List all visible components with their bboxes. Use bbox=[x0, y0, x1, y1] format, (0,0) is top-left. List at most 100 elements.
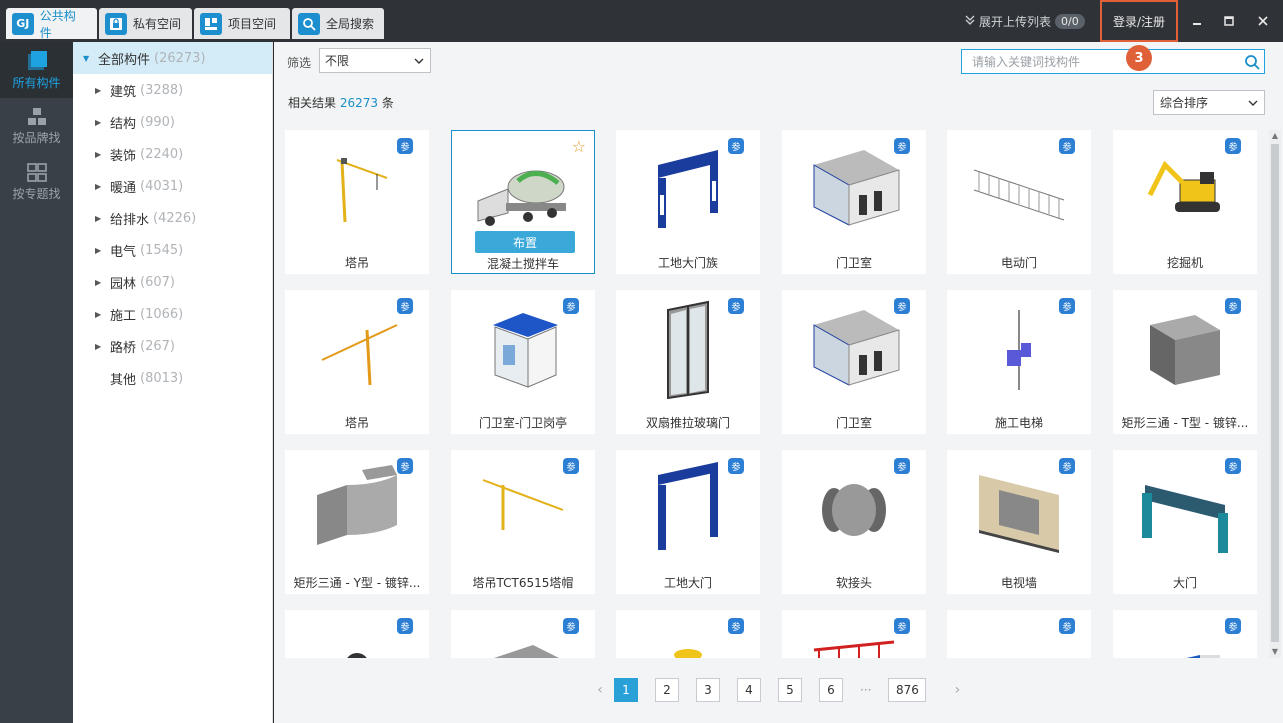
maximize-button[interactable] bbox=[1218, 10, 1240, 32]
tree-item-category[interactable]: ▶ 给排水 (4226) bbox=[73, 202, 272, 234]
rail-by-brand[interactable]: 按品牌找 bbox=[0, 98, 73, 154]
result-count-text: 相关结果 26273 条 bbox=[288, 96, 394, 110]
tab-global-search[interactable]: 全局搜索 bbox=[292, 8, 384, 39]
tab-private-space[interactable]: 私有空间 bbox=[99, 8, 192, 39]
component-card[interactable]: ☆ 布置混凝土搅拌车 bbox=[451, 130, 595, 274]
upload-toggle-label: 展开上传列表 bbox=[979, 15, 1052, 29]
component-card[interactable]: 参 bbox=[782, 610, 926, 658]
main-panel: 筛选 不限 相关结果 26273 条 综合排序 参塔吊☆布置混凝土搅拌车参工地大… bbox=[274, 42, 1283, 723]
param-badge-icon: 参 bbox=[728, 618, 744, 634]
component-card[interactable]: 参 bbox=[616, 610, 760, 658]
tree-item-all[interactable]: ▼ 全部构件 (26273) bbox=[73, 42, 272, 74]
search-box bbox=[961, 49, 1265, 74]
page-ellipsis: ··· bbox=[860, 683, 872, 697]
param-badge-icon: 参 bbox=[397, 618, 413, 634]
close-button[interactable] bbox=[1252, 10, 1274, 32]
scroll-up-arrow-icon[interactable]: ▲ bbox=[1269, 130, 1281, 142]
tree-item-category[interactable]: ▶ 施工 (1066) bbox=[73, 298, 272, 330]
component-card[interactable]: 参工地大门族 bbox=[616, 130, 760, 274]
param-badge-icon: 参 bbox=[563, 458, 579, 474]
tree-item-category[interactable]: ▶ 园林 (607) bbox=[73, 266, 272, 298]
search-icon[interactable] bbox=[1240, 54, 1264, 70]
expand-upload-list-button[interactable]: 展开上传列表 0/0 bbox=[964, 13, 1085, 30]
caret-down-icon: ▼ bbox=[83, 53, 90, 63]
component-grid: 参塔吊 ☆ 布置 混凝土搅拌车参工地大门族参门卫室参电动门参挖掘机参塔吊参门卫室-门卫… bbox=[285, 130, 1263, 658]
page-button[interactable]: 6 bbox=[819, 678, 843, 702]
tree-item-category[interactable]: ▶ 电气 (1545) bbox=[73, 234, 272, 266]
page-button[interactable]: 3 bbox=[696, 678, 720, 702]
rail-label: 所有构件 bbox=[12, 75, 61, 90]
component-name: 塔吊 bbox=[344, 256, 369, 270]
component-card[interactable]: 参门卫室 bbox=[782, 290, 926, 434]
search-input[interactable] bbox=[962, 50, 1240, 73]
star-icon[interactable]: ☆ bbox=[572, 137, 586, 156]
login-register-button[interactable]: 登录/注册 bbox=[1100, 0, 1178, 42]
tree-item-category[interactable]: ▶ 建筑 (3288) bbox=[73, 74, 272, 106]
tree-item-category[interactable]: ▶ 路桥 (267) bbox=[73, 330, 272, 362]
component-card[interactable]: 参挖掘机 bbox=[1113, 130, 1257, 274]
param-badge-icon: 参 bbox=[1059, 298, 1075, 314]
component-card[interactable]: 参门卫室-门卫岗亭 bbox=[451, 290, 595, 434]
caret-right-icon: ▶ bbox=[95, 85, 102, 95]
component-card[interactable]: 参电视墙 bbox=[947, 450, 1091, 594]
page-button[interactable]: 1 bbox=[614, 678, 638, 702]
minimize-button[interactable] bbox=[1186, 10, 1208, 32]
page-button[interactable]: 4 bbox=[737, 678, 761, 702]
component-card[interactable]: 参电动门 bbox=[947, 130, 1091, 274]
component-card[interactable]: 参塔吊TCT6515塔帽 bbox=[451, 450, 595, 594]
page-button[interactable]: 5 bbox=[778, 678, 802, 702]
param-badge-icon: 参 bbox=[728, 458, 744, 474]
param-badge-icon: 参 bbox=[1225, 138, 1241, 154]
grid-scrollbar[interactable]: ▲ ▼ bbox=[1269, 130, 1281, 658]
tree-item-category[interactable]: ▶ 装饰 (2240) bbox=[73, 138, 272, 170]
tree-item-category[interactable]: ▶ 暖通 (4031) bbox=[73, 170, 272, 202]
component-card[interactable]: 参塔吊 bbox=[285, 290, 429, 434]
component-name: 电动门 bbox=[1000, 256, 1037, 270]
component-card[interactable]: 参软接头 bbox=[782, 450, 926, 594]
component-card[interactable]: 参塔吊 bbox=[285, 130, 429, 274]
component-name: 门卫室-门卫岗亭 bbox=[478, 416, 568, 430]
rail-all-components[interactable]: 所有构件 bbox=[0, 42, 73, 98]
component-card[interactable]: 参 bbox=[285, 610, 429, 658]
tree-item-category[interactable]: ▶ 结构 (990) bbox=[73, 106, 272, 138]
place-button[interactable]: 布置 bbox=[475, 231, 575, 253]
title-bar: GJ 公共构件 私有空间 项目空间 全局搜索 展开上传列表 0/0 登录/注册 bbox=[0, 0, 1283, 42]
last-page-button[interactable]: 876 bbox=[888, 678, 927, 702]
component-card[interactable]: 参施工电梯 bbox=[947, 290, 1091, 434]
next-page-icon[interactable]: › bbox=[943, 682, 971, 698]
component-card[interactable]: 参工地大门 bbox=[616, 450, 760, 594]
component-card[interactable]: 参门卫室 bbox=[782, 130, 926, 274]
prev-page-icon[interactable]: ‹ bbox=[586, 682, 614, 698]
scroll-down-arrow-icon[interactable]: ▼ bbox=[1269, 646, 1281, 658]
filter-dropdown[interactable]: 不限 bbox=[319, 48, 431, 73]
component-card[interactable]: 参大门 bbox=[1113, 450, 1257, 594]
component-card[interactable]: 参 bbox=[451, 610, 595, 658]
param-badge-icon: 参 bbox=[728, 298, 744, 314]
component-card[interactable]: 参矩形三通 - Y型 - 镀锌... bbox=[285, 450, 429, 594]
component-name: 混凝土搅拌车 bbox=[486, 257, 559, 271]
tree-item-other[interactable]: 其他 (8013) bbox=[73, 362, 272, 394]
component-card[interactable]: 参 bbox=[947, 610, 1091, 658]
rail-label: 按品牌找 bbox=[12, 130, 61, 145]
caret-right-icon: ▶ bbox=[95, 181, 102, 191]
page-button[interactable]: 2 bbox=[655, 678, 679, 702]
component-name: 挖掘机 bbox=[1166, 256, 1203, 270]
component-name: 大门 bbox=[1172, 576, 1197, 590]
rail-by-topic[interactable]: 按专题找 bbox=[0, 154, 73, 210]
scroll-thumb[interactable] bbox=[1271, 144, 1279, 642]
param-badge-icon: 参 bbox=[1059, 618, 1075, 634]
component-name: 门卫室 bbox=[835, 416, 872, 430]
param-badge-icon: 参 bbox=[397, 298, 413, 314]
tab-public-components[interactable]: GJ 公共构件 bbox=[6, 8, 97, 40]
tab-project-space[interactable]: 项目空间 bbox=[194, 8, 290, 39]
component-name: 塔吊 bbox=[344, 416, 369, 430]
double-chevron-down-icon bbox=[964, 14, 976, 29]
param-badge-icon: 参 bbox=[1225, 618, 1241, 634]
caret-right-icon: ▶ bbox=[95, 309, 102, 319]
sort-dropdown[interactable]: 综合排序 bbox=[1153, 90, 1265, 115]
component-card[interactable]: 参双扇推拉玻璃门 bbox=[616, 290, 760, 434]
category-tree: ▼ 全部构件 (26273) ▶ 建筑 (3288) ▶ 结构 (990) ▶ 装饰 (2240… bbox=[73, 42, 273, 723]
caret-right-icon: ▶ bbox=[95, 117, 102, 127]
component-card[interactable]: 参 bbox=[1113, 610, 1257, 658]
component-card[interactable]: 参矩形三通 - T型 - 镀锌... bbox=[1113, 290, 1257, 434]
